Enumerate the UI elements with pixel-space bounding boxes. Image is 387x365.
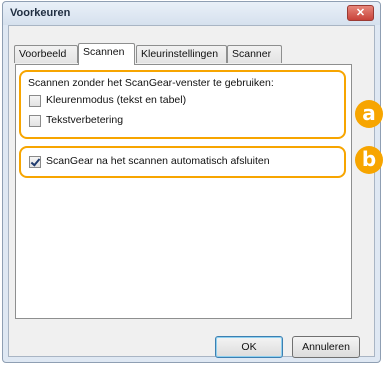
callout-badge-b: b: [355, 146, 383, 174]
tab-label: Voorbeeld: [19, 48, 67, 60]
callout-badge-a: a: [355, 100, 383, 128]
tab-kleurinstellingen[interactable]: Kleurinstellingen: [136, 45, 227, 63]
tekstverbetering-checkbox[interactable]: [29, 115, 41, 127]
cancel-button[interactable]: Annuleren: [292, 336, 360, 358]
close-button[interactable]: ✕: [347, 5, 374, 21]
highlight-group-b: ScanGear na het scannen automatisch afsl…: [19, 146, 346, 178]
title-bar: Voorkeuren ✕: [3, 2, 380, 25]
preferences-dialog: Voorkeuren ✕ Voorbeeld Scannen Kleurinst…: [2, 1, 381, 363]
dialog-title: Voorkeuren: [10, 7, 71, 19]
scangear-auto-close-checkbox[interactable]: [29, 156, 41, 168]
scannen-panel: Scannen zonder het ScanGear-venster te g…: [15, 64, 352, 319]
highlight-group-a: Scannen zonder het ScanGear-venster te g…: [19, 70, 346, 139]
tab-label: Kleurinstellingen: [141, 48, 219, 60]
tab-label: Scanner: [232, 48, 272, 60]
ok-button[interactable]: OK: [215, 336, 283, 358]
tab-scannen[interactable]: Scannen: [78, 43, 135, 65]
close-icon: ✕: [355, 7, 366, 19]
tab-label: Scannen: [83, 46, 125, 58]
dialog-client-area: Voorbeeld Scannen Kleurinstellingen Scan…: [8, 25, 375, 358]
kleurenmodus-label: Kleurenmodus (tekst en tabel): [46, 94, 187, 106]
tekstverbetering-label: Tekstverbetering: [46, 114, 124, 126]
tab-voorbeeld[interactable]: Voorbeeld: [14, 45, 78, 63]
scangear-auto-close-label: ScanGear na het scannen automatisch afsl…: [46, 155, 270, 167]
group-heading: Scannen zonder het ScanGear-venster te g…: [28, 77, 274, 89]
tab-scanner[interactable]: Scanner: [227, 45, 282, 63]
kleurenmodus-checkbox[interactable]: [29, 95, 41, 107]
